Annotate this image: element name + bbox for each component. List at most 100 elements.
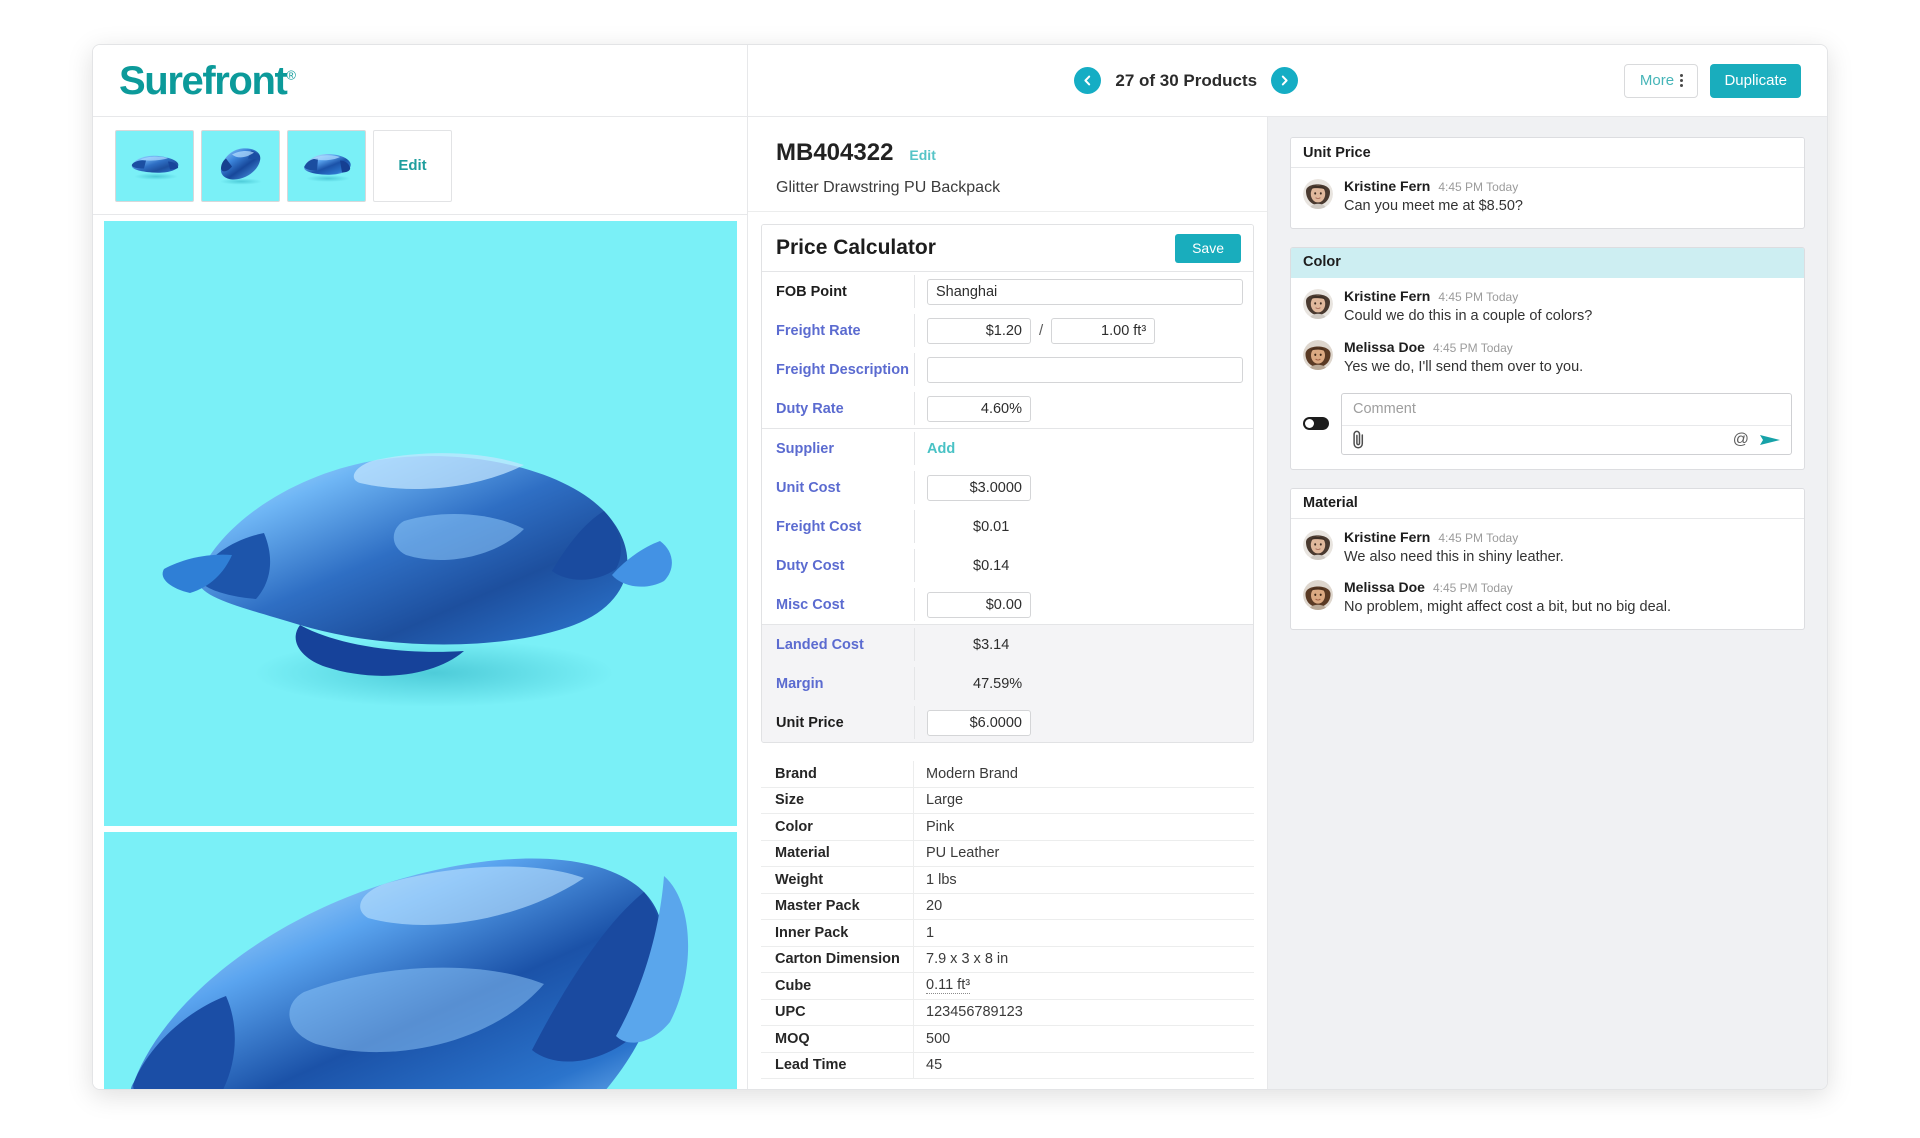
attribute-value: 500 xyxy=(913,1026,1254,1052)
thread-title-material[interactable]: Material xyxy=(1291,488,1804,519)
calc-label-duty-rate: Duty Rate xyxy=(776,400,844,417)
attribute-value-cube: 0.11 ft³ xyxy=(913,973,1254,999)
comment-thread-unit-price: Unit Price Kristine Fern 4:45 PM Today C… xyxy=(1290,137,1805,229)
calc-row-freight-description: Freight Description xyxy=(762,350,1253,389)
avatar xyxy=(1303,288,1333,319)
product-gallery-panel: Edit xyxy=(93,117,748,1089)
fob-point-input[interactable] xyxy=(927,278,1243,305)
thread-messages: Kristine Fern 4:45 PM Today Can you meet… xyxy=(1291,168,1804,228)
duty-rate-input[interactable] xyxy=(927,395,1031,422)
table-row: MOQ 500 xyxy=(761,1026,1254,1053)
previous-product-button[interactable] xyxy=(1074,67,1102,94)
product-details-panel: MB404322 Edit Glitter Drawstring PU Back… xyxy=(748,117,1268,1089)
calc-row-supplier: Supplier Add xyxy=(762,429,1253,468)
attribute-label: UPC xyxy=(775,1004,806,1021)
send-icon[interactable] xyxy=(1759,432,1781,448)
comment-composer: Comment @ xyxy=(1341,392,1792,455)
table-row: Lead Time 45 xyxy=(761,1052,1254,1079)
table-row: Brand Modern Brand xyxy=(761,761,1254,788)
paperclip-icon[interactable] xyxy=(1351,430,1366,449)
product-thumbnail-2[interactable] xyxy=(201,129,280,202)
product-hero-image-2[interactable] xyxy=(103,832,737,1089)
calc-label-freight-cost: Freight Cost xyxy=(776,518,862,535)
message-text: Could we do this in a couple of colors? xyxy=(1344,307,1593,324)
attribute-value: 20 xyxy=(913,893,1254,919)
product-header: MB404322 Edit Glitter Drawstring PU Back… xyxy=(748,117,1267,212)
calc-row-unit-price: Unit Price xyxy=(762,703,1253,742)
calculator-section-totals: Landed Cost $3.14 Margin 47.59% Unit Pri… xyxy=(762,625,1253,742)
message-text: Yes we do, I'll send them over to you. xyxy=(1344,358,1584,375)
edit-images-button[interactable]: Edit xyxy=(373,129,452,202)
message-text: We also need this in shiny leather. xyxy=(1344,548,1564,565)
unit-price-input[interactable] xyxy=(927,709,1031,736)
avatar xyxy=(1303,179,1333,209)
product-hero-image[interactable] xyxy=(103,221,737,826)
message-author: Kristine Fern xyxy=(1344,287,1431,304)
unit-cost-input[interactable] xyxy=(927,474,1031,501)
calc-row-landed-cost: Landed Cost $3.14 xyxy=(762,625,1253,664)
margin-value: 47.59% xyxy=(973,675,1023,692)
table-row: Cube 0.11 ft³ xyxy=(761,973,1254,1000)
attribute-label: Inner Pack xyxy=(775,924,849,941)
message-author: Melissa Doe xyxy=(1344,338,1425,355)
list-item: Melissa Doe 4:45 PM Today Yes we do, I'l… xyxy=(1303,339,1792,377)
comment-composer-row: Comment @ xyxy=(1291,389,1804,469)
comment-input[interactable]: Comment xyxy=(1342,394,1791,425)
calculator-section-costs: Supplier Add Unit Cost Fr xyxy=(762,429,1253,625)
edit-product-link[interactable]: Edit xyxy=(909,147,935,163)
attribute-label: Cube xyxy=(775,977,812,994)
chevron-left-icon xyxy=(1081,74,1094,87)
attribute-label: Weight xyxy=(775,871,824,888)
table-row: Color Pink xyxy=(761,814,1254,841)
duplicate-button[interactable]: Duplicate xyxy=(1710,63,1801,98)
more-button[interactable]: More xyxy=(1624,63,1699,98)
gallery-scroll-area[interactable] xyxy=(93,215,747,1089)
add-supplier-link[interactable]: Add xyxy=(927,441,955,457)
comments-panel[interactable]: Unit Price Kristine Fern 4:45 PM Today C… xyxy=(1268,117,1827,1089)
registered-mark-icon: ® xyxy=(286,67,296,83)
internal-external-toggle[interactable] xyxy=(1303,417,1329,431)
product-sku: MB404322 xyxy=(776,139,894,166)
attribute-value: 1 xyxy=(913,920,1254,946)
price-calculator-grid: FOB Point Freight Rate / xyxy=(762,272,1253,742)
logo-wordmark: Surefront xyxy=(119,58,288,103)
calc-label-duty-cost: Duty Cost xyxy=(776,557,845,574)
calculator-section-inputs: FOB Point Freight Rate / xyxy=(762,272,1253,429)
calc-row-unit-cost: Unit Cost xyxy=(762,468,1253,507)
freight-rate-volume-input[interactable] xyxy=(1051,317,1156,344)
at-mention-icon[interactable]: @ xyxy=(1733,431,1749,448)
freight-description-input[interactable] xyxy=(927,356,1243,383)
comment-thread-material: Material Kristine Fern 4:45 PM Today We … xyxy=(1290,487,1805,631)
bag-thumb-image-3 xyxy=(296,145,358,188)
pager-label: 27 of 30 Products xyxy=(1115,70,1258,90)
thread-messages: Kristine Fern 4:45 PM Today Could we do … xyxy=(1291,278,1804,389)
calc-row-duty-rate: Duty Rate xyxy=(762,389,1253,428)
surefront-logo[interactable]: Surefront® xyxy=(119,61,296,101)
attribute-label: Carton Dimension xyxy=(775,951,900,968)
attribute-value: PU Leather xyxy=(913,840,1254,866)
calc-row-freight-cost: Freight Cost $0.01 xyxy=(762,507,1253,546)
message-timestamp: 4:45 PM Today xyxy=(1432,581,1513,596)
hero-bag-illustration-2 xyxy=(130,858,688,1089)
product-thumbnail-3[interactable] xyxy=(287,129,366,202)
thread-title-unit-price[interactable]: Unit Price xyxy=(1291,138,1804,168)
calc-label-supplier: Supplier xyxy=(776,440,835,457)
product-thumbnail-1[interactable] xyxy=(115,129,194,202)
duty-cost-value: $0.14 xyxy=(973,557,1010,574)
calc-label-freight-description: Freight Description xyxy=(776,361,909,378)
next-product-button[interactable] xyxy=(1271,67,1299,94)
product-attributes-table: Brand Modern Brand Size Large Color Pink… xyxy=(761,761,1254,1079)
product-name: Glitter Drawstring PU Backpack xyxy=(776,179,1001,196)
misc-cost-input[interactable] xyxy=(927,591,1031,618)
calc-label-margin: Margin xyxy=(776,675,824,692)
chevron-right-icon xyxy=(1278,74,1291,87)
bag-thumb-image-1 xyxy=(124,147,186,186)
attribute-value: Pink xyxy=(913,814,1254,840)
calc-label-landed-cost: Landed Cost xyxy=(776,636,864,653)
thread-title-color[interactable]: Color xyxy=(1291,247,1804,278)
thread-messages: Kristine Fern 4:45 PM Today We also need… xyxy=(1291,519,1804,630)
freight-rate-amount-input[interactable] xyxy=(927,317,1031,344)
save-button[interactable]: Save xyxy=(1175,233,1241,263)
landed-cost-value: $3.14 xyxy=(973,636,1010,653)
attribute-label: Size xyxy=(775,792,805,809)
